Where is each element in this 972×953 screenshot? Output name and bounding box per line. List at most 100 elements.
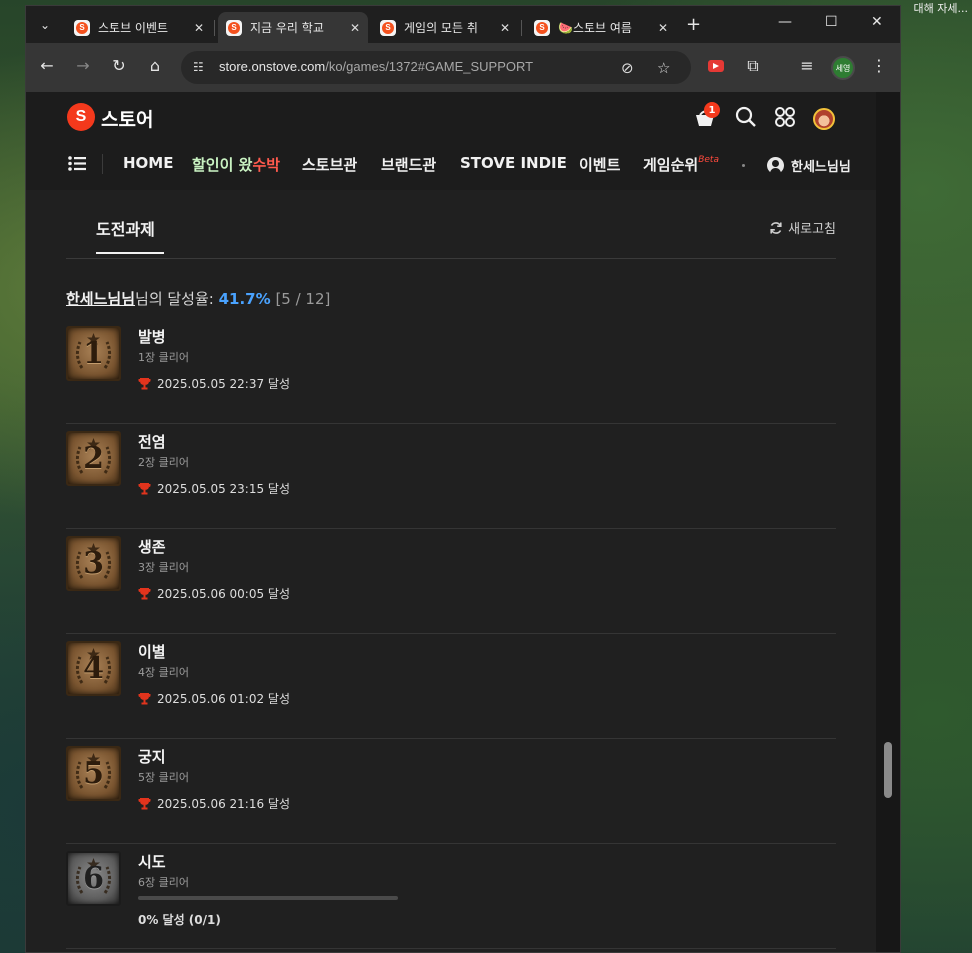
tab-current-game[interactable]: S 지금 우리 학교 ✕ [218, 12, 368, 43]
stove-favicon-icon: S [226, 19, 242, 36]
apps-grid-icon[interactable] [774, 106, 796, 128]
achievement-name: 궁지 [138, 748, 166, 766]
site-settings-icon[interactable]: ☷ [193, 60, 204, 74]
achievement-description: 6장 클리어 [138, 876, 189, 889]
close-window-icon[interactable]: ✕ [871, 14, 883, 30]
nav-stove-indie[interactable]: STOVE INDIE [460, 154, 567, 172]
achievement-completed: 2025.05.06 00:05 달성 [138, 585, 290, 602]
badge-number: 6 [83, 861, 104, 896]
trophy-icon [138, 798, 151, 810]
profile-label: 세영 [835, 63, 851, 73]
tab-search-chevron-icon[interactable]: ⌄ [34, 14, 56, 36]
desktop-notification-text: 대해 자세... [913, 2, 968, 15]
user-circle-icon[interactable] [767, 157, 784, 174]
back-arrow-icon[interactable]: ← [36, 56, 58, 75]
eye-off-icon[interactable]: ⊘ [621, 59, 634, 77]
tab-title: 지금 우리 학교 [250, 21, 324, 35]
stove-favicon-icon: S [74, 19, 90, 36]
stove-logo-icon[interactable]: S [67, 103, 95, 131]
nav-user-name[interactable]: 한세느님님 [791, 156, 851, 175]
nav-ranking-label: 게임순위 [643, 156, 699, 174]
extensions-puzzle-icon[interactable]: ⧉ [742, 56, 764, 76]
page-scrollbar[interactable] [876, 92, 900, 952]
achievement-name: 생존 [138, 538, 166, 556]
summary-suffix: 님의 달성율: [135, 290, 219, 308]
bookmark-star-icon[interactable]: ☆ [657, 59, 670, 77]
achievement-badge-icon: 3 [66, 536, 121, 591]
achievement-date: 2025.05.05 23:15 달성 [157, 482, 290, 496]
menu-kebab-icon[interactable]: ⋮ [868, 56, 890, 75]
nav-sale-text-b: 수박 [252, 156, 281, 174]
nav-stove-hall[interactable]: 스토브관 [302, 154, 357, 175]
nav-event[interactable]: 이벤트 [579, 154, 620, 175]
global-nav: HOME 할인이 왔수박 스토브관 브랜드관 STOVE INDIE 이벤트 게… [26, 150, 876, 178]
achievement-list: 1 발병 1장 클리어 2025.05.05 22:37 달성 2 전염 2장 클리어 202… [66, 319, 836, 949]
tab-close-icon[interactable]: ✕ [658, 21, 668, 35]
achievement-completed: 2025.05.05 23:15 달성 [138, 480, 290, 497]
achievement-description: 4장 클리어 [138, 666, 189, 679]
nav-divider [102, 154, 103, 174]
achievement-name: 시도 [138, 853, 166, 871]
trophy-icon [138, 693, 151, 705]
tab-title: 🍉스토브 여름 [558, 21, 632, 35]
tab-stove-summer[interactable]: S 🍉스토브 여름 ✕ [526, 12, 676, 43]
user-avatar[interactable] [813, 108, 835, 130]
achievement-item: 5 궁지 5장 클리어 2025.05.06 21:16 달성 [66, 739, 836, 844]
tab-title: 스토브 이벤트 [98, 21, 169, 35]
maximize-icon[interactable]: ☐ [825, 14, 838, 30]
refresh-button[interactable]: 새로고침 [769, 218, 836, 237]
achievement-badge-icon: 5 [66, 746, 121, 801]
page-viewport: S 스토어 1 HOME 할인이 왔수박 스토브관 브랜드관 STOVE IND… [26, 92, 900, 952]
tab-title: 게임의 모든 취 [404, 21, 478, 35]
achievement-description: 1장 클리어 [138, 351, 189, 364]
tab-close-icon[interactable]: ✕ [194, 21, 204, 35]
achievement-description: 3장 클리어 [138, 561, 189, 574]
nav-dot-separator [742, 164, 745, 167]
badge-number: 1 [83, 336, 104, 371]
nav-brand-hall[interactable]: 브랜드관 [381, 154, 436, 175]
achievements-tab-row: 도전과제 새로고침 [66, 190, 836, 259]
media-queue-icon[interactable]: ≡ [796, 56, 818, 75]
refresh-icon [770, 221, 782, 234]
tab-achievements[interactable]: 도전과제 [96, 216, 164, 254]
nav-home[interactable]: HOME [123, 154, 173, 172]
new-tab-plus-icon[interactable]: + [686, 14, 701, 35]
nav-game-ranking[interactable]: 게임순위Beta [643, 154, 719, 175]
tab-separator [214, 20, 215, 36]
url-host: store.onstove.com [219, 59, 326, 74]
achievement-name: 이별 [138, 643, 166, 661]
tab-close-icon[interactable]: ✕ [350, 21, 360, 35]
trophy-icon [138, 588, 151, 600]
summary-user-name[interactable]: 한세느님님 [66, 290, 135, 308]
scrollbar-thumb[interactable] [884, 742, 892, 798]
tab-game-hobby[interactable]: S 게임의 모든 취 ✕ [372, 12, 518, 43]
achievement-item: 6 시도 6장 클리어 0% 달성 (0/1) [66, 844, 836, 949]
search-icon[interactable] [735, 106, 757, 128]
browser-toolbar: ← → ↻ ⌂ ☷ store.onstove.com/ko/games/137… [26, 43, 900, 92]
minimize-icon[interactable]: — [778, 14, 792, 30]
store-logo-text[interactable]: 스토어 [101, 105, 153, 132]
summary-count: [5 / 12] [275, 290, 331, 308]
badge-number: 5 [83, 756, 104, 791]
badge-number: 4 [83, 651, 104, 686]
nav-sale-event[interactable]: 할인이 왔수박 [192, 154, 280, 175]
badge-number: 2 [83, 441, 104, 476]
achievement-badge-icon: 6 [66, 851, 121, 906]
url-text[interactable]: store.onstove.com/ko/games/1372#GAME_SUP… [219, 59, 533, 74]
tab-separator [521, 20, 522, 36]
tab-close-icon[interactable]: ✕ [500, 21, 510, 35]
hamburger-menu-icon[interactable] [68, 156, 86, 171]
reload-icon[interactable]: ↻ [108, 56, 130, 75]
youtube-extension-icon[interactable] [708, 60, 724, 72]
profile-avatar[interactable]: 세영 [831, 56, 855, 80]
tab-stove-event[interactable]: S 스토브 이벤트 ✕ [66, 12, 212, 43]
achievement-completed: 2025.05.05 22:37 달성 [138, 375, 290, 392]
achievement-description: 2장 클리어 [138, 456, 189, 469]
home-icon[interactable]: ⌂ [144, 56, 166, 75]
address-bar[interactable]: ☷ store.onstove.com/ko/games/1372#GAME_S… [181, 51, 691, 84]
achievement-badge-icon: 4 [66, 641, 121, 696]
achievement-description: 5장 클리어 [138, 771, 189, 784]
tab-strip: ⌄ S 스토브 이벤트 ✕ S 지금 우리 학교 ✕ S 게임의 모든 취 ✕ … [26, 6, 900, 43]
url-path: /ko/games/1372#GAME_SUPPORT [325, 59, 534, 74]
forward-arrow-icon[interactable]: → [72, 56, 94, 75]
